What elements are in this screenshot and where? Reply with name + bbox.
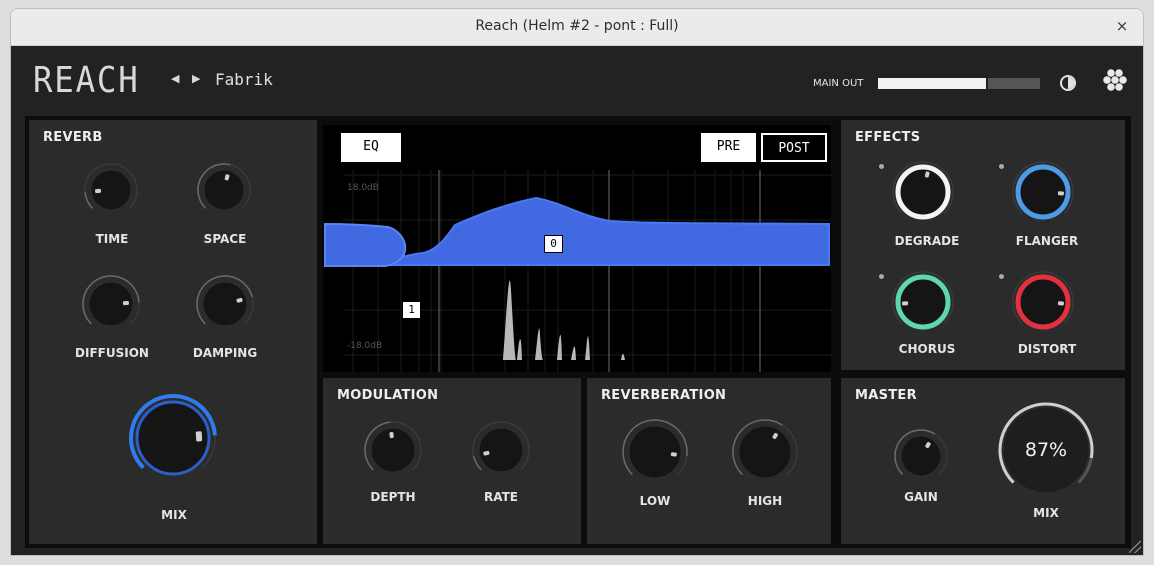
db-top-label: 18.0dB [347,183,379,193]
low-label: LOW [639,494,671,508]
depth-knob[interactable] [363,420,423,480]
rate-knob[interactable] [471,420,531,480]
close-button[interactable]: × [1111,15,1133,37]
effects-panel: EFFECTS DEGRADE FLANGER CHORUS DISTORT [841,120,1125,370]
high-label: HIGH [747,494,783,508]
prev-preset-button[interactable]: ◀ [171,72,179,85]
master-title: MASTER [855,388,917,403]
reverb-panel: REVERB TIME SPACE DIFFUSION DAMPING MIX [29,120,317,544]
contrast-icon[interactable] [1060,75,1076,91]
low-knob[interactable] [621,418,689,486]
main-out-label: MAIN OUT [813,78,864,89]
flanger-toggle[interactable] [999,164,1004,169]
eq-mode-button[interactable]: EQ [341,133,401,162]
effects-title: EFFECTS [855,130,921,145]
post-button[interactable]: POST [761,133,827,162]
flanger-label: FLANGER [1015,234,1079,248]
eq-curve-top [324,222,407,267]
reverb-mix-label: MIX [161,508,187,522]
gain-label: GAIN [904,490,938,504]
reverb-mix-knob[interactable] [129,394,217,482]
knob-graphic [1012,271,1074,330]
reverb-title: REVERB [43,130,103,145]
window-title: Reach (Helm #2 - pont : Full) [475,18,679,34]
hexagon-menu-icon[interactable] [1100,68,1130,98]
damping-knob[interactable] [195,274,255,334]
title-bar[interactable]: Reach (Helm #2 - pont : Full) × [11,9,1143,46]
master-mix-label: MIX [1033,506,1059,520]
preset-name[interactable]: Fabrik [215,70,273,89]
plugin-body: REACH ◀ ▶ Fabrik MAIN OUT REVERB TIME SP… [11,46,1143,555]
gain-knob[interactable] [893,428,949,484]
space-knob[interactable] [196,162,252,218]
degrade-knob[interactable] [891,160,955,224]
flanger-knob[interactable] [1011,160,1075,224]
high-knob[interactable] [731,418,799,486]
rate-label: RATE [484,490,518,504]
knob-graphic [364,421,422,473]
knob-graphic [622,419,688,479]
modulation-title: MODULATION [337,388,439,403]
plugin-header: REACH ◀ ▶ Fabrik MAIN OUT [11,46,1143,116]
diffusion-knob[interactable] [81,274,141,334]
pre-button[interactable]: PRE [701,133,756,162]
eq-point-0[interactable]: 0 [544,235,563,253]
resize-handle[interactable] [1129,541,1141,553]
degrade-label: DEGRADE [894,234,960,248]
depth-label: DEPTH [370,490,416,504]
degrade-toggle[interactable] [879,164,884,169]
chorus-toggle[interactable] [879,274,884,279]
spectrum [503,280,625,360]
knob-graphic [894,429,948,477]
knob-graphic [129,394,217,476]
main-out-meter [878,78,1040,89]
knob-graphic [1012,161,1074,220]
chorus-knob[interactable] [891,270,955,334]
knob-graphic [82,275,140,327]
reverberation-panel: REVERBERATION LOW HIGH [587,378,831,544]
eq-band-lines [438,170,761,372]
damping-label: DAMPING [192,346,258,360]
distort-toggle[interactable] [999,274,1004,279]
master-panel: MASTER GAIN 87% MIX [841,378,1125,544]
reverberation-title: REVERBERATION [601,388,727,403]
plugin-window: Reach (Helm #2 - pont : Full) × REACH ◀ … [10,8,1144,556]
knob-graphic [892,271,954,330]
distort-knob[interactable] [1011,270,1075,334]
eq-display[interactable]: EQ PRE POST 18.0dB -18.0dB 0 1 [323,125,831,372]
time-label: TIME [95,232,129,246]
knob-graphic [732,419,798,479]
time-knob[interactable] [83,162,139,218]
master-mix-knob[interactable]: 87% [998,402,1094,498]
knob-graphic [196,275,254,327]
master-mix-value: 87% [1024,439,1068,461]
db-bottom-label: -18.0dB [347,341,383,351]
diffusion-label: DIFFUSION [75,346,149,360]
modulation-panel: MODULATION DEPTH RATE [323,378,581,544]
eq-graph[interactable] [323,125,831,372]
space-label: SPACE [203,232,247,246]
distort-label: DISTORT [1017,342,1077,356]
main-out-meter-fill [878,78,989,89]
knob-graphic [472,421,530,473]
plugin-logo: REACH [33,60,140,101]
chorus-label: CHORUS [898,342,956,356]
eq-point-1[interactable]: 1 [402,301,421,319]
next-preset-button[interactable]: ▶ [192,72,200,85]
knob-graphic [84,163,138,211]
knob-graphic [197,163,251,211]
meter-tick [986,78,988,89]
knob-graphic [892,161,954,220]
